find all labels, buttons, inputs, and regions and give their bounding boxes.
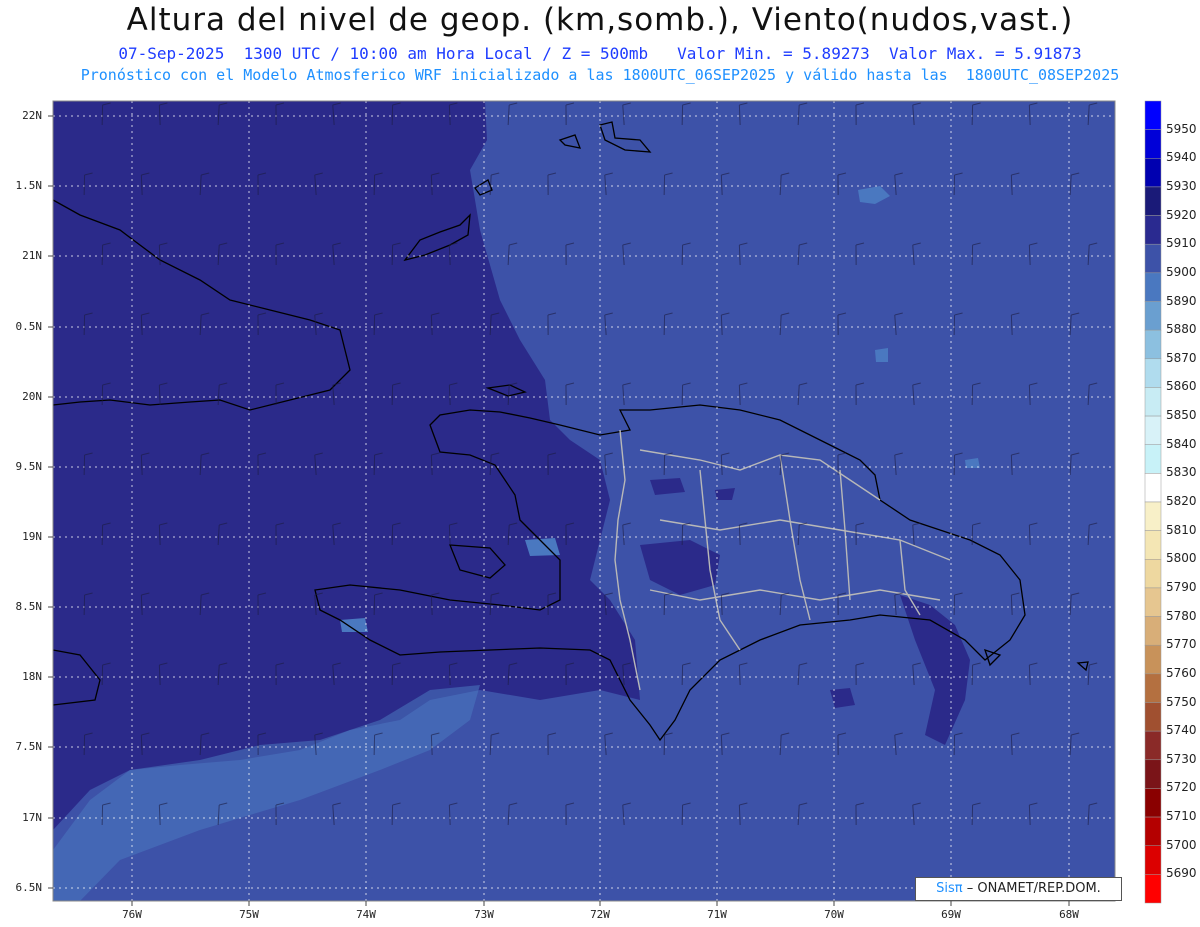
credit-box: Sisπ – ONAMET/REP.DOM. (915, 877, 1122, 901)
colorbar-swatch (1144, 186, 1162, 216)
colorbar-swatch (1144, 730, 1162, 761)
colorbar-swatch (1144, 473, 1162, 503)
colorbar-label: 5940 (1166, 150, 1197, 165)
colorbar-swatch (1144, 329, 1162, 360)
lat-label: 20N (22, 390, 42, 403)
colorbar-label: 5800 (1166, 551, 1197, 566)
colorbar-label: 5870 (1166, 350, 1197, 365)
colorbar-swatch (1144, 616, 1162, 646)
colorbar-swatch (1144, 444, 1162, 474)
lon-label: 70W (824, 908, 844, 921)
colorbar-label: 5830 (1166, 465, 1197, 480)
colorbar-swatch (1144, 243, 1162, 274)
lat-label: 17N (22, 811, 42, 824)
colorbar-swatch (1144, 358, 1162, 388)
colorbar-label: 5840 (1166, 436, 1197, 451)
credit-text: – ONAMET/REP.DOM. (966, 881, 1101, 896)
lat-label: 1.5N (15, 179, 43, 192)
lon-label: 73W (474, 908, 494, 921)
field-5910-lobe4 (650, 478, 685, 495)
colorbar-swatch (1144, 845, 1162, 875)
colorbar-swatch (1144, 644, 1162, 675)
field-5890-patch4 (525, 538, 560, 556)
lat-label: 8.5N (15, 600, 43, 613)
colorbar-swatch (1144, 100, 1162, 130)
colorbar-label: 5910 (1166, 236, 1197, 251)
colorbar-label: 5920 (1166, 207, 1197, 222)
lon-label: 72W (590, 908, 610, 921)
colorbar-label: 5720 (1166, 780, 1197, 795)
lat-label: 19N (22, 530, 42, 543)
colorbar-label: 5790 (1166, 579, 1197, 594)
colorbar-swatch (1144, 272, 1162, 302)
lon-label: 74W (356, 908, 376, 921)
colorbar (1144, 100, 1162, 904)
lat-label: 21N (22, 249, 42, 262)
colorbar-label: 5700 (1166, 837, 1197, 852)
colorbar-label: 5740 (1166, 723, 1197, 738)
colorbar-label: 5690 (1166, 866, 1197, 881)
lon-label: 71W (707, 908, 727, 921)
field-5890-patch2 (875, 348, 888, 362)
colorbar-swatch (1144, 587, 1162, 617)
colorbar-swatch (1144, 530, 1162, 560)
colorbar-swatch (1144, 559, 1162, 589)
colorbar-label: 5750 (1166, 694, 1197, 709)
colorbar-swatch (1144, 501, 1162, 531)
colorbar-swatch (1144, 215, 1162, 245)
credit-logo: Sisπ (936, 881, 963, 896)
colorbar-swatch (1144, 415, 1162, 445)
colorbar-swatch (1144, 301, 1162, 331)
colorbar-swatch (1144, 158, 1162, 188)
colorbar-label: 5780 (1166, 608, 1197, 623)
colorbar-label: 5850 (1166, 408, 1197, 423)
lon-label: 75W (239, 908, 259, 921)
colorbar-label: 5730 (1166, 751, 1197, 766)
colorbar-label: 5760 (1166, 665, 1197, 680)
lon-label: 68W (1059, 908, 1079, 921)
colorbar-label: 5900 (1166, 264, 1197, 279)
colorbar-label: 5930 (1166, 178, 1197, 193)
geopotential-map (48, 100, 1162, 906)
colorbar-label: 5950 (1166, 121, 1197, 136)
lat-label: 18N (22, 670, 42, 683)
colorbar-swatch (1144, 673, 1162, 703)
colorbar-label: 5770 (1166, 637, 1197, 652)
colorbar-swatch (1144, 816, 1162, 846)
colorbar-swatch (1144, 129, 1162, 159)
colorbar-label: 5820 (1166, 494, 1197, 508)
lat-label: 0.5N (15, 320, 43, 333)
colorbar-label: 5810 (1166, 522, 1197, 537)
colorbar-label: 5710 (1166, 809, 1197, 824)
lat-label: 22N (22, 109, 42, 122)
colorbar-label: 5890 (1166, 293, 1197, 308)
colorbar-swatch (1144, 874, 1162, 904)
colorbar-swatch (1144, 759, 1162, 789)
colorbar-label: 5860 (1166, 379, 1197, 394)
colorbar-swatch (1144, 788, 1162, 818)
lon-label: 69W (941, 908, 961, 921)
lat-label: 9.5N (15, 460, 43, 473)
lat-label: 7.5N (15, 740, 43, 753)
colorbar-label: 5880 (1166, 322, 1197, 337)
lat-label: 6.5N (15, 881, 43, 894)
colorbar-swatch (1144, 387, 1162, 417)
field-5910-lobe5 (715, 488, 735, 500)
colorbar-swatch (1144, 702, 1162, 732)
lon-label: 76W (122, 908, 142, 921)
